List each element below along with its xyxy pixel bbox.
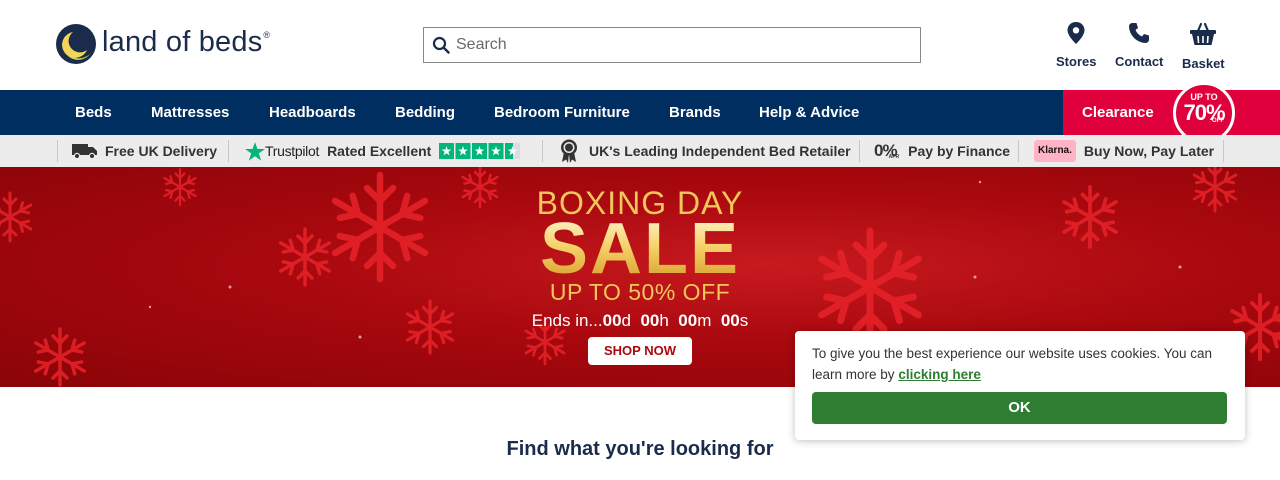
section-title: Find what you're looking for — [506, 438, 774, 460]
contact-link[interactable]: Contact — [1115, 22, 1163, 69]
usp-delivery-label: Free UK Delivery — [105, 143, 218, 159]
badge-off: OFF — [1212, 118, 1224, 124]
usp-retailer-label: UK's Leading Independent Bed Retailer — [589, 143, 851, 159]
divider — [1018, 140, 1019, 162]
nav-item-beds[interactable]: Beds — [75, 104, 112, 121]
countdown-minutes: 00 — [678, 311, 698, 330]
cookie-message: To give you the best experience our webs… — [812, 346, 1213, 382]
shop-now-button[interactable]: SHOP NOW — [588, 337, 692, 365]
basket-label: Basket — [1182, 56, 1225, 71]
divider — [542, 140, 543, 162]
usp-finance-label: Pay by Finance — [908, 143, 1011, 159]
countdown-hours: 00 — [640, 311, 660, 330]
usp-retailer: UK's Leading Independent Bed Retailer — [560, 135, 851, 167]
contact-label: Contact — [1115, 54, 1164, 69]
map-pin-icon — [1067, 22, 1085, 44]
trustpilot-star-icon — [245, 141, 265, 161]
nav-item-bedding[interactable]: Bedding — [395, 104, 455, 121]
award-rosette-icon — [561, 139, 577, 163]
divider — [1223, 140, 1224, 162]
logo-text: land of beds — [102, 25, 263, 58]
trustpilot-rating-stars — [439, 143, 521, 159]
usp-trustpilot[interactable]: Trustpilot Rated Excellent — [245, 135, 521, 167]
logo-registered-mark: ® — [263, 29, 271, 40]
divider — [859, 140, 860, 162]
moon-logo-icon — [56, 24, 96, 64]
banner-discount: UP TO 50% OFF — [549, 279, 731, 305]
divider — [228, 140, 229, 162]
usp-klarna-label: Buy Now, Pay Later — [1083, 143, 1215, 159]
nav-item-clearance[interactable]: Clearance — [1063, 90, 1280, 135]
search-icon — [432, 36, 450, 54]
usp-klarna[interactable]: Klarna. Buy Now, Pay Later — [1034, 135, 1214, 167]
phone-icon — [1129, 23, 1150, 43]
nav-item-bedroom-furniture[interactable]: Bedroom Furniture — [494, 104, 630, 121]
banner-sale: SALE — [0, 213, 1280, 285]
countdown-timer: Ends in...00d 00h 00m 00s — [531, 311, 749, 330]
usp-bar: Free UK Delivery Trustpilot Rated Excell… — [0, 135, 1280, 167]
countdown-seconds: 00 — [720, 311, 740, 330]
search-box[interactable] — [423, 27, 921, 63]
stores-link[interactable]: Stores — [1056, 22, 1096, 69]
klarna-logo-icon: Klarna. — [1034, 140, 1076, 162]
clearance-label: Clearance — [1082, 104, 1154, 121]
site-header: land of beds® Stores Contact Basket — [0, 0, 1280, 90]
basket-icon — [1190, 22, 1217, 45]
cookie-learn-more-link[interactable]: clicking here — [898, 367, 981, 382]
stores-label: Stores — [1056, 54, 1097, 69]
nav-item-mattresses[interactable]: Mattresses — [151, 104, 229, 121]
nav-item-help-advice[interactable]: Help & Advice — [759, 104, 859, 121]
cookie-banner: To give you the best experience our webs… — [795, 331, 1245, 440]
cookie-ok-button[interactable]: OK — [812, 392, 1227, 424]
basket-link[interactable]: Basket — [1182, 22, 1225, 71]
delivery-truck-icon — [72, 144, 97, 159]
nav-item-brands[interactable]: Brands — [669, 104, 721, 121]
nav-item-headboards[interactable]: Headboards — [269, 104, 356, 121]
countdown-days: 00 — [602, 311, 622, 330]
trustpilot-rating-label: Rated Excellent — [327, 143, 432, 159]
usp-finance[interactable]: 0% APR Pay by Finance — [874, 135, 1010, 167]
search-input[interactable] — [456, 36, 896, 54]
zero-percent-apr-icon: 0% APR — [874, 141, 900, 160]
trustpilot-brand: Trustpilot — [265, 143, 320, 159]
usp-delivery: Free UK Delivery — [72, 135, 217, 167]
divider — [57, 140, 58, 162]
site-logo[interactable]: land of beds® — [56, 24, 270, 64]
